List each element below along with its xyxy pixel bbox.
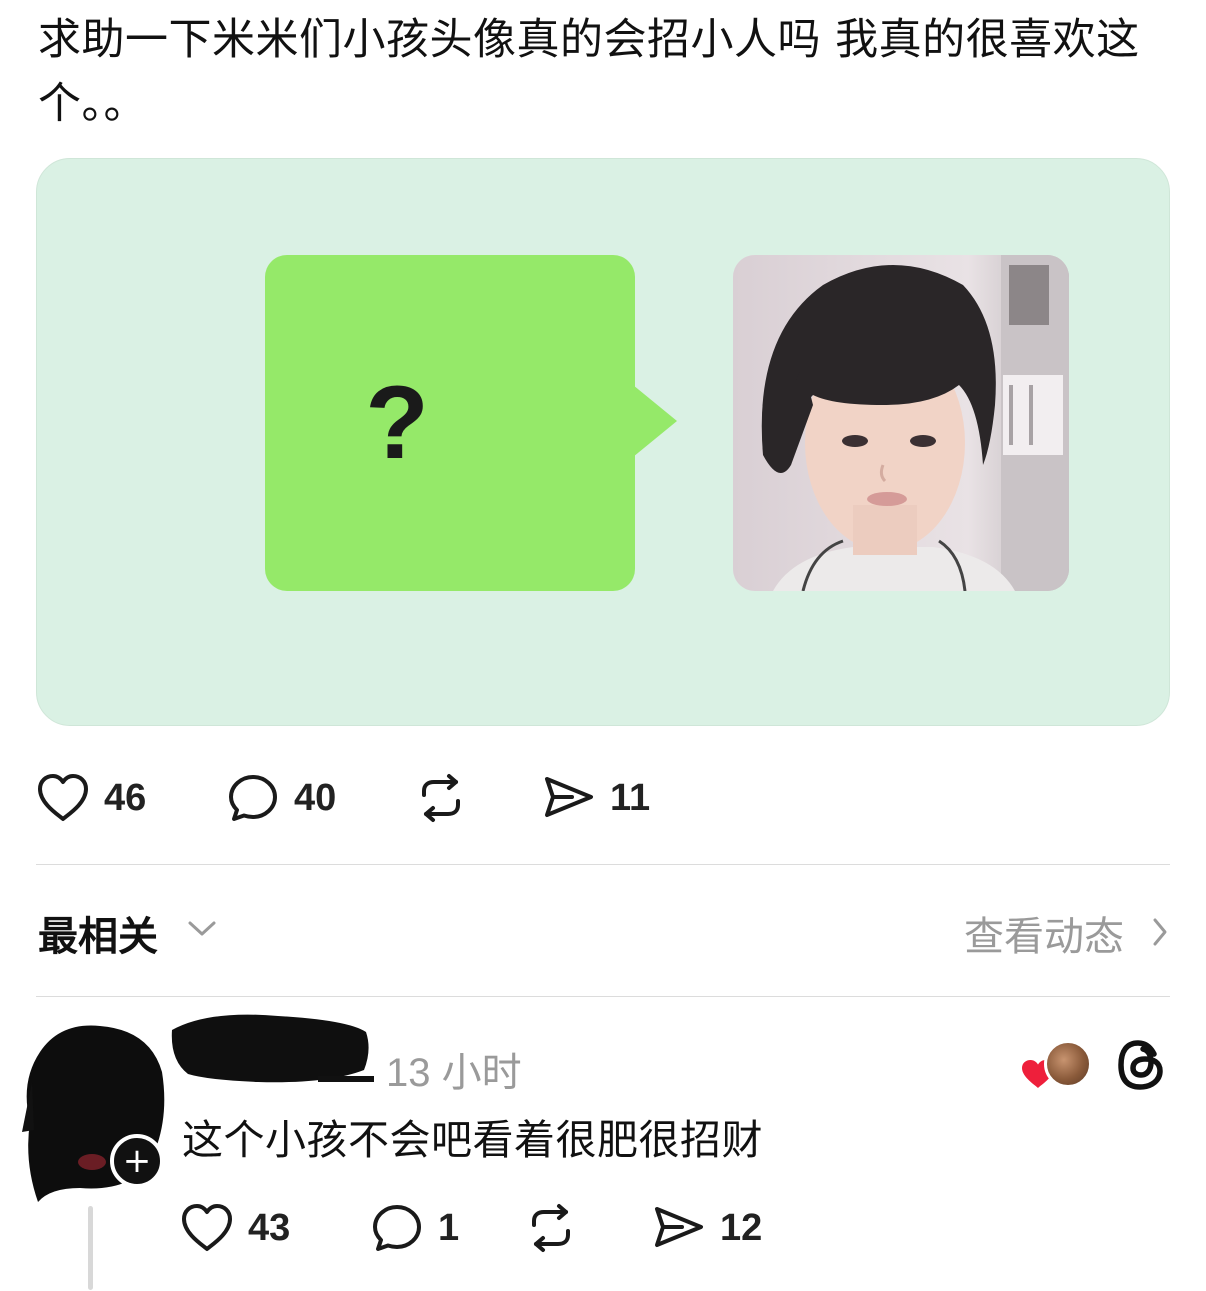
comment-timestamp: 13 小时 bbox=[386, 1051, 522, 1095]
divider bbox=[36, 996, 1170, 997]
comment-share-button[interactable]: 12 bbox=[652, 1203, 762, 1253]
comment-reply-button[interactable]: 1 bbox=[370, 1203, 459, 1253]
threads-logo-icon[interactable] bbox=[1116, 1038, 1168, 1092]
comment-like-count: 43 bbox=[248, 1206, 291, 1249]
sort-dropdown-label[interactable]: 最相关 bbox=[38, 904, 158, 962]
send-icon bbox=[655, 1207, 703, 1247]
post-share-button[interactable]: 11 bbox=[542, 773, 650, 823]
comment-share-count: 12 bbox=[720, 1206, 763, 1249]
chat-bubble-tail bbox=[633, 385, 677, 457]
thread-page: 求助一下米米们小孩头像真的会招小人吗 我真的很喜欢这个。。 ? 46 40 11… bbox=[0, 0, 1206, 1291]
post-reply-count: 40 bbox=[294, 776, 337, 819]
post-repost-button[interactable] bbox=[414, 773, 468, 823]
chevron-right-icon[interactable] bbox=[1150, 916, 1170, 948]
post-image[interactable]: ? bbox=[36, 158, 1170, 726]
chat-bubble: ? bbox=[265, 255, 635, 591]
child-portrait-illustration bbox=[733, 255, 1069, 591]
comment-reply-count: 1 bbox=[438, 1206, 460, 1249]
post-like-count: 46 bbox=[104, 776, 147, 819]
reply-thread-line bbox=[88, 1206, 93, 1290]
post-share-count: 11 bbox=[610, 776, 651, 819]
liker-avatar[interactable] bbox=[1044, 1040, 1092, 1088]
send-icon bbox=[545, 777, 593, 817]
follow-plus-button[interactable]: + bbox=[110, 1134, 164, 1188]
comment-like-button[interactable]: 43 bbox=[180, 1203, 290, 1253]
question-mark: ? bbox=[365, 364, 429, 481]
repost-icon bbox=[532, 1204, 570, 1252]
post-reply-button[interactable]: 40 bbox=[226, 773, 336, 823]
divider bbox=[36, 864, 1170, 865]
child-avatar-photo bbox=[733, 255, 1069, 591]
comment-text: 这个小孩不会吧看着很肥很招财 bbox=[182, 1116, 763, 1164]
chevron-down-icon[interactable] bbox=[186, 918, 218, 940]
comment-bubble-icon bbox=[373, 1205, 421, 1251]
commenter-name-redacted[interactable] bbox=[168, 1010, 378, 1090]
repost-icon bbox=[422, 774, 460, 822]
heart-icon bbox=[38, 774, 88, 821]
heart-icon bbox=[182, 1204, 232, 1251]
post-like-button[interactable]: 46 bbox=[36, 773, 146, 823]
comment-bubble-icon bbox=[229, 775, 277, 821]
view-activity-link[interactable]: 查看动态 bbox=[964, 904, 1124, 962]
post-text: 求助一下米米们小孩头像真的会招小人吗 我真的很喜欢这个。。 bbox=[38, 15, 1140, 129]
comment-repost-button[interactable] bbox=[524, 1203, 578, 1253]
